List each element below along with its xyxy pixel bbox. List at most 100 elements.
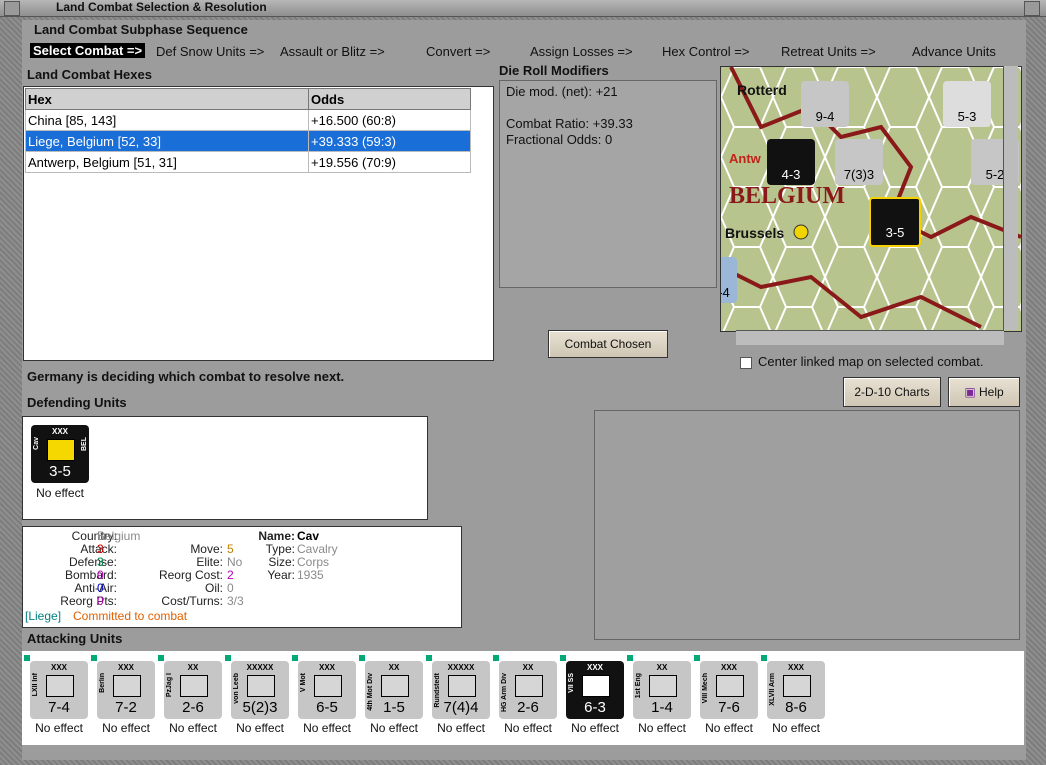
unit-value-label: 5(2)3 bbox=[242, 699, 278, 716]
hex-cell[interactable]: Antwerp, Belgium [51, 31] bbox=[25, 151, 309, 173]
unit-size-label: XX bbox=[388, 663, 400, 672]
map-label-brussels: Brussels bbox=[725, 225, 785, 241]
unit-name-label: 1st Eng bbox=[635, 673, 642, 699]
unit-size-label: XX bbox=[187, 663, 199, 672]
status-message: Germany is deciding which combat to reso… bbox=[27, 369, 345, 384]
unit-counter[interactable]: XXX XLVII Arm 8-6 bbox=[761, 655, 825, 719]
phase-select-combat: Select Combat => bbox=[30, 43, 146, 58]
unit-symbol-icon bbox=[716, 675, 744, 697]
map-counter[interactable]: -4 bbox=[721, 257, 737, 303]
map-label-country: BELGIUM bbox=[729, 183, 846, 209]
combat-result-panel bbox=[594, 410, 1020, 640]
map-vertical-scrollbar[interactable] bbox=[1003, 66, 1018, 330]
defending-title: Defending Units bbox=[27, 395, 127, 410]
unit-symbol-icon bbox=[515, 675, 543, 697]
unit-counter[interactable]: XX PzJag I 2-6 bbox=[158, 655, 222, 719]
effect-label: No effect bbox=[236, 721, 284, 735]
indicator-icon bbox=[694, 655, 700, 661]
combat-hex-list: Hex Odds China [85, 143] +16.500 (60:8) … bbox=[23, 86, 494, 361]
center-linked-map-checkbox[interactable]: Center linked map on selected combat. bbox=[740, 354, 983, 369]
unit-counter[interactable]: XXX V Mot 6-5 bbox=[292, 655, 356, 719]
effect-label: No effect bbox=[169, 721, 217, 735]
unit-value-label: 7(4)4 bbox=[443, 699, 479, 716]
indicator-icon bbox=[158, 655, 164, 661]
defending-units-panel: XXX Cav BEL 3-5 No effect bbox=[22, 416, 428, 520]
unit-value-label: 6-3 bbox=[584, 699, 606, 716]
checkbox-box[interactable] bbox=[740, 356, 752, 369]
help-button[interactable]: ▣ Help bbox=[948, 377, 1020, 407]
country-value: Belgium bbox=[97, 529, 141, 543]
unit-symbol-icon bbox=[381, 675, 409, 697]
modifiers-title: Die Roll Modifiers bbox=[499, 63, 609, 78]
charts-button[interactable]: 2-D-10 Charts bbox=[843, 377, 941, 407]
unit-size-label: XXXXX bbox=[246, 663, 274, 672]
unit-name-label: Berlin bbox=[99, 673, 106, 693]
unit-counter[interactable]: XXX VIII Mech 7-6 bbox=[694, 655, 758, 719]
unit-symbol-icon bbox=[783, 675, 811, 697]
unit-name-label: PzJag I bbox=[166, 673, 173, 698]
combat-ratio-text: Combat Ratio: +39.33 bbox=[506, 116, 633, 131]
phase-convert: Convert => bbox=[426, 44, 491, 59]
die-mod-text: Die mod. (net): +21 bbox=[506, 84, 618, 99]
unit-counter-cav[interactable]: XXX Cav BEL 3-5 bbox=[31, 425, 89, 483]
phase-retreat: Retreat Units => bbox=[781, 44, 876, 59]
odds-cell[interactable]: +39.333 (59:3) bbox=[308, 130, 471, 152]
indicator-icon bbox=[493, 655, 499, 661]
table-row[interactable]: China [85, 143] +16.500 (60:8) bbox=[25, 109, 471, 131]
unit-size-label: XXXXX bbox=[447, 663, 475, 672]
col-odds[interactable]: Odds bbox=[308, 88, 471, 110]
unit-symbol-icon bbox=[649, 675, 677, 697]
table-row-selected[interactable]: Liege, Belgium [52, 33] +39.333 (59:3) bbox=[25, 130, 471, 152]
map-horizontal-scrollbar[interactable] bbox=[736, 330, 1004, 345]
map-label-antwerp: Antw bbox=[729, 151, 761, 166]
unit-size-label: XXX bbox=[117, 663, 134, 672]
unit-symbol-icon bbox=[113, 675, 141, 697]
unit-value-label: 7-6 bbox=[718, 699, 740, 716]
phase-def-snow: Def Snow Units => bbox=[156, 44, 265, 59]
type-value: Cavalry bbox=[297, 542, 338, 556]
odds-cell[interactable]: +16.500 (60:8) bbox=[308, 109, 471, 131]
unit-size-label: XX bbox=[522, 663, 534, 672]
defense-value: 3 bbox=[97, 555, 104, 569]
map-counter[interactable]: 5-3 bbox=[943, 81, 991, 127]
unit-counter[interactable]: XXXXX von Leeb 5(2)3 bbox=[225, 655, 289, 719]
unit-value-label: 6-5 bbox=[316, 699, 338, 716]
indicator-icon bbox=[225, 655, 231, 661]
odds-cell[interactable]: +19.556 (70:9) bbox=[308, 151, 471, 173]
linked-map[interactable]: Rotterd Antw BELGIUM Brussels 9-4 5-3 4-… bbox=[720, 66, 1022, 332]
unit-name-label: VII SS bbox=[568, 673, 575, 693]
year-value: 1935 bbox=[297, 568, 324, 582]
unit-counter[interactable]: XXX Berlin 7-2 bbox=[91, 655, 155, 719]
unit-value-label: 7-2 bbox=[115, 699, 137, 716]
unit-value-label: 1-5 bbox=[383, 699, 405, 716]
map-counter[interactable]: 4-3 bbox=[767, 139, 815, 185]
unit-symbol-icon bbox=[180, 675, 208, 697]
map-counter[interactable]: 9-4 bbox=[801, 81, 849, 127]
unit-counter[interactable]: XX 4th Mot Div 1-5 bbox=[359, 655, 423, 719]
system-menu-button[interactable] bbox=[4, 1, 20, 16]
map-counter[interactable]: 7(3)3 bbox=[835, 139, 883, 185]
indicator-icon bbox=[359, 655, 365, 661]
unit-counter[interactable]: XXX VII SS 6-3 bbox=[560, 655, 624, 719]
effect-label: No effect bbox=[638, 721, 686, 735]
bombard-value: 0 bbox=[97, 568, 104, 582]
map-counter-selected[interactable]: 3-5 bbox=[869, 197, 921, 247]
table-row[interactable]: Antwerp, Belgium [51, 31] +19.556 (70:9) bbox=[25, 151, 471, 173]
close-button[interactable] bbox=[1024, 1, 1040, 16]
hexes-title: Land Combat Hexes bbox=[27, 67, 152, 82]
unit-counter[interactable]: XXX LXII Inf 7-4 bbox=[24, 655, 88, 719]
unit-counter[interactable]: XX 1st Eng 1-4 bbox=[627, 655, 691, 719]
hex-cell[interactable]: Liege, Belgium [52, 33] bbox=[25, 130, 309, 152]
size-value: Corps bbox=[297, 555, 330, 569]
unit-counter[interactable]: XXXXX Rundstedt 7(4)4 bbox=[426, 655, 490, 719]
indicator-icon bbox=[627, 655, 633, 661]
unit-counter[interactable]: XX HG Arm Div 2-6 bbox=[493, 655, 557, 719]
unit-symbol-icon bbox=[247, 675, 275, 697]
col-hex[interactable]: Hex bbox=[25, 88, 309, 110]
checkbox-label: Center linked map on selected combat. bbox=[758, 354, 984, 369]
hex-cell[interactable]: China [85, 143] bbox=[25, 109, 309, 131]
combat-chosen-button[interactable]: Combat Chosen bbox=[548, 330, 668, 358]
phase-assign-losses: Assign Losses => bbox=[530, 44, 633, 59]
fractional-odds-text: Fractional Odds: 0 bbox=[506, 132, 613, 147]
indicator-icon bbox=[560, 655, 566, 661]
